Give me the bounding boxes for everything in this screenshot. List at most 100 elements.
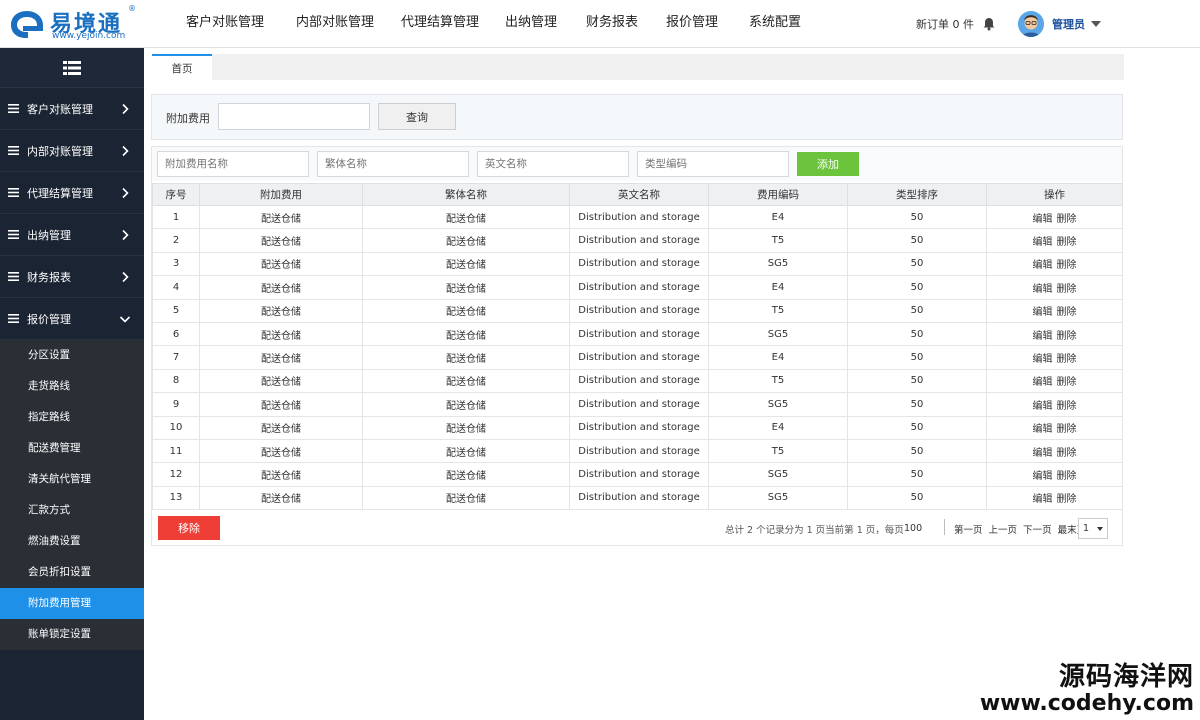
remove-button[interactable]: 移除 — [158, 516, 220, 540]
delete-link[interactable]: 删除 — [1057, 471, 1077, 482]
chevron-right-icon — [122, 145, 129, 157]
topnav-internal-reconciliation[interactable]: 内部对账管理 — [280, 0, 390, 48]
table-row: 11 配送仓储 配送仓储 Distribution and storage T5 50 编辑… — [152, 438, 1123, 464]
edit-link[interactable]: 编辑 — [1033, 494, 1053, 505]
edit-link[interactable]: 编辑 — [1033, 307, 1053, 318]
search-input[interactable] — [218, 103, 370, 130]
edit-link[interactable]: 编辑 — [1033, 331, 1053, 342]
topnav-system-config[interactable]: 系统配置 — [732, 0, 818, 48]
page-select[interactable]: 1 — [1078, 518, 1108, 539]
chevron-down-icon[interactable] — [1091, 21, 1101, 27]
edit-link[interactable]: 编辑 — [1033, 260, 1053, 271]
delete-link[interactable]: 删除 — [1057, 354, 1077, 365]
page-size-value[interactable]: 100 — [904, 523, 922, 534]
table-row: 4 配送仓储 配送仓储 Distribution and storage E4 50 编辑删… — [152, 275, 1123, 300]
edit-link[interactable]: 编辑 — [1033, 448, 1053, 459]
column-header[interactable]: 类型排序 — [847, 183, 987, 206]
table-cell: 5 — [152, 298, 200, 323]
brand-logo[interactable]: 易境通 ® www.yejoin.com — [6, 4, 136, 44]
fee-name-input[interactable] — [157, 151, 309, 177]
sidebar-item-agent-settlement[interactable]: 代理结算管理 — [0, 172, 144, 214]
edit-link[interactable]: 编辑 — [1033, 214, 1053, 225]
type-code-input[interactable] — [637, 151, 789, 177]
sidebar-subitem-zone-settings[interactable]: 分区设置 — [0, 340, 144, 371]
edit-link[interactable]: 编辑 — [1033, 401, 1053, 412]
topnav-quote-management[interactable]: 报价管理 — [652, 0, 732, 48]
sidebar-toggle[interactable] — [0, 48, 144, 88]
table-row: 9 配送仓储 配送仓储 Distribution and storage SG5 50 编辑… — [152, 392, 1123, 417]
sidebar-subitem-customs-agents[interactable]: 清关航代管理 — [0, 464, 144, 495]
edit-link[interactable]: 编辑 — [1033, 284, 1053, 295]
chevron-right-icon — [122, 103, 129, 115]
table-body: 1 配送仓储 配送仓储 Distribution and storage E4 50 编辑删… — [152, 204, 1123, 511]
edit-link[interactable]: 编辑 — [1033, 424, 1053, 435]
sidebar-subitem-additional-fees[interactable]: 附加费用管理 — [0, 588, 144, 619]
column-header: 操作 — [986, 183, 1123, 206]
topnav-customer-reconciliation[interactable]: 客户对账管理 — [170, 0, 280, 48]
column-header[interactable]: 英文名称 — [569, 183, 709, 206]
sidebar-item-quote-management[interactable]: 报价管理 — [0, 298, 144, 340]
sidebar-item-financial-reports[interactable]: 财务报表 — [0, 256, 144, 298]
column-header[interactable]: 繁体名称 — [362, 183, 570, 206]
new-orders-text[interactable]: 新订单 0 件 — [916, 16, 974, 32]
sidebar-subitem-designated-routes[interactable]: 指定路线 — [0, 402, 144, 433]
sidebar-item-internal-reconciliation[interactable]: 内部对账管理 — [0, 130, 144, 172]
topnav-cashier[interactable]: 出纳管理 — [490, 0, 572, 48]
next-page-link[interactable]: 下一页 — [1023, 525, 1052, 536]
sidebar-subitem-shipping-routes[interactable]: 走货路线 — [0, 371, 144, 402]
edit-link[interactable]: 编辑 — [1033, 377, 1053, 388]
avatar[interactable] — [1018, 11, 1044, 37]
delete-link[interactable]: 删除 — [1057, 401, 1077, 412]
edit-link[interactable]: 编辑 — [1033, 354, 1053, 365]
prev-page-link[interactable]: 上一页 — [989, 525, 1018, 536]
column-header[interactable]: 附加费用 — [199, 183, 363, 206]
english-name-input[interactable] — [477, 151, 629, 177]
sidebar-item-customer-reconciliation[interactable]: 客户对账管理 — [0, 88, 144, 130]
edit-link[interactable]: 编辑 — [1033, 471, 1053, 482]
list-icon — [63, 60, 81, 75]
first-page-link[interactable]: 第一页 — [954, 525, 983, 536]
table-cell: T5 — [708, 368, 848, 394]
sidebar-subitem-fuel-surcharge[interactable]: 燃油费设置 — [0, 526, 144, 557]
sidebar-item-cashier[interactable]: 出纳管理 — [0, 214, 144, 256]
table-cell: 配送仓储 — [199, 275, 363, 300]
delete-link[interactable]: 删除 — [1057, 424, 1077, 435]
topnav-agent-settlement[interactable]: 代理结算管理 — [390, 0, 490, 48]
column-header[interactable]: 序号 — [152, 183, 200, 206]
delete-link[interactable]: 删除 — [1057, 331, 1077, 342]
table-cell: 配送仓储 — [362, 251, 570, 277]
delete-link[interactable]: 删除 — [1057, 448, 1077, 459]
sidebar-subitem-delivery-fees[interactable]: 配送费管理 — [0, 433, 144, 464]
table-row: 13 配送仓储 配送仓储 Distribution and storage SG5 50 编… — [152, 485, 1123, 511]
delete-link[interactable]: 删除 — [1057, 377, 1077, 388]
sidebar-subitem-member-discounts[interactable]: 会员折扣设置 — [0, 557, 144, 588]
delete-link[interactable]: 删除 — [1057, 214, 1077, 225]
brand-url: www.yejoin.com — [52, 31, 126, 41]
table-cell: 配送仓储 — [362, 298, 570, 323]
bell-icon[interactable] — [982, 17, 996, 31]
sidebar-subitem-remittance-methods[interactable]: 汇款方式 — [0, 495, 144, 526]
pager-divider — [944, 519, 945, 535]
column-header[interactable]: 费用编码 — [708, 183, 848, 206]
delete-link[interactable]: 删除 — [1057, 260, 1077, 271]
quote-submenu: 分区设置 走货路线 指定路线 配送费管理 清关航代管理 汇款方式 燃油费设置 会… — [0, 340, 144, 650]
menu-icon — [8, 188, 19, 197]
traditional-name-input[interactable] — [317, 151, 469, 177]
delete-link[interactable]: 删除 — [1057, 237, 1077, 248]
table-cell: 配送仓储 — [199, 204, 363, 230]
delete-link[interactable]: 删除 — [1057, 307, 1077, 318]
delete-link[interactable]: 删除 — [1057, 494, 1077, 505]
add-button[interactable]: 添加 — [797, 152, 859, 176]
sidebar-item-label: 出纳管理 — [27, 228, 71, 242]
delete-link[interactable]: 删除 — [1057, 284, 1077, 295]
row-actions: 编辑 删除 — [986, 438, 1123, 464]
topnav-financial-reports[interactable]: 财务报表 — [572, 0, 652, 48]
sidebar-subitem-bill-lock[interactable]: 账单锁定设置 — [0, 619, 144, 650]
query-button[interactable]: 查询 — [378, 103, 456, 130]
tab-home[interactable]: 首页 — [152, 54, 212, 80]
table-cell: 50 — [847, 204, 987, 230]
user-name[interactable]: 管理员 — [1052, 16, 1085, 32]
menu-icon — [8, 314, 19, 323]
edit-link[interactable]: 编辑 — [1033, 237, 1053, 248]
watermark-url: www.codehy.com — [979, 691, 1194, 716]
